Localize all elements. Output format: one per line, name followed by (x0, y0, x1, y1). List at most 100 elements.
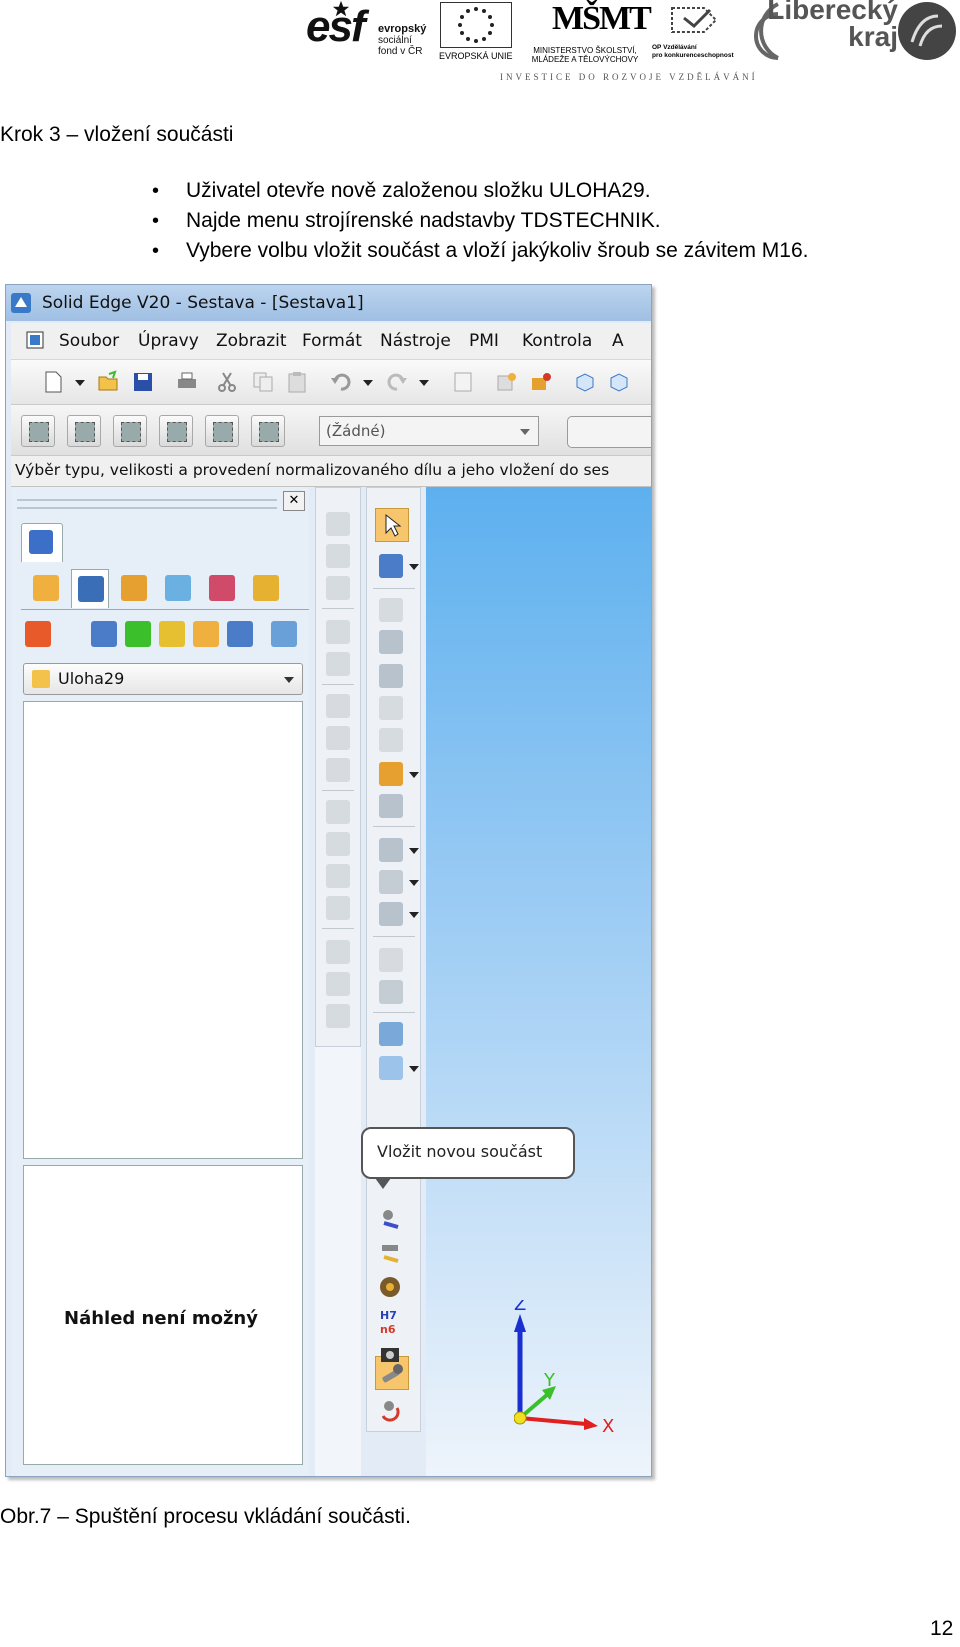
back-arrow-icon[interactable] (125, 621, 151, 647)
wire-icon[interactable] (379, 902, 403, 926)
chevron-down-icon[interactable] (409, 1066, 419, 1072)
flash-fit-icon[interactable] (379, 728, 403, 752)
tab-feature-tree[interactable] (27, 569, 63, 607)
chevron-down-icon[interactable] (409, 912, 419, 918)
draft-icon[interactable] (326, 896, 350, 920)
select-filter-button[interactable] (67, 415, 101, 447)
frame-icon[interactable] (379, 838, 403, 862)
tab-display[interactable] (203, 569, 239, 607)
undo-icon[interactable] (329, 370, 353, 394)
properties-icon[interactable] (451, 370, 475, 394)
chevron-down-icon[interactable] (363, 380, 373, 386)
create-part-icon[interactable] (379, 762, 403, 786)
pattern-part-icon[interactable] (379, 980, 403, 1004)
assemble-icon[interactable] (379, 598, 403, 622)
coordinate-system-icon[interactable] (379, 1022, 403, 1046)
up-folder-icon[interactable] (159, 621, 185, 647)
hole-icon[interactable] (326, 694, 350, 718)
copy-icon[interactable] (251, 370, 275, 394)
close-icon[interactable]: ✕ (283, 491, 305, 511)
chevron-down-icon[interactable] (409, 772, 419, 778)
revolved-cut-icon[interactable] (326, 652, 350, 676)
thread-icon[interactable] (326, 726, 350, 750)
replace-part-icon[interactable] (379, 1398, 403, 1422)
select-filter-button[interactable] (21, 415, 55, 447)
menu-soubor[interactable]: Soubor (59, 331, 119, 351)
sketch-icon[interactable] (379, 554, 403, 578)
pattern-icon[interactable] (326, 972, 350, 996)
shell-icon[interactable] (326, 832, 350, 856)
chevron-down-icon[interactable] (419, 380, 429, 386)
select-filter-button[interactable] (113, 415, 147, 447)
tdstechnik-insert-icon[interactable] (378, 1207, 402, 1231)
pane-grip[interactable] (17, 499, 277, 509)
cut-icon[interactable] (215, 370, 239, 394)
chevron-down-icon[interactable] (409, 564, 419, 570)
new-folder-icon[interactable] (193, 621, 219, 647)
select-filter-button[interactable] (205, 415, 239, 447)
tab-parts[interactable] (115, 569, 151, 607)
bearing-icon[interactable] (378, 1275, 402, 1299)
print-icon[interactable] (175, 370, 199, 394)
paste-icon[interactable] (285, 370, 309, 394)
star-icon (332, 0, 350, 17)
redo-icon[interactable] (385, 370, 409, 394)
view-list-icon[interactable] (227, 621, 253, 647)
chevron-down-icon[interactable] (409, 880, 419, 886)
tab-layers[interactable] (159, 569, 195, 607)
chevron-down-icon[interactable] (75, 380, 85, 386)
menu-zobrazit[interactable]: Zobrazit (216, 331, 287, 351)
move-part-icon[interactable] (379, 664, 403, 688)
tab-tdstechnik[interactable] (21, 523, 63, 562)
search-icon[interactable] (271, 621, 297, 647)
chamfer-icon[interactable] (326, 758, 350, 782)
diamond-icon[interactable] (379, 794, 403, 818)
sweep-icon[interactable] (326, 576, 350, 600)
menu-kontrola[interactable]: Kontrola (522, 331, 592, 351)
new-document-icon[interactable] (41, 370, 65, 394)
mirror-icon[interactable] (326, 940, 350, 964)
folder-select[interactable]: Uloha29 (23, 663, 303, 695)
open-folder-icon[interactable] (97, 370, 121, 394)
tab-library[interactable] (71, 569, 109, 608)
camera-icon[interactable] (378, 1341, 402, 1365)
home-icon[interactable] (25, 621, 51, 647)
document-menu-icon[interactable] (25, 330, 45, 350)
menu-pmi[interactable]: PMI (469, 331, 499, 351)
kraj-emblem-icon (898, 2, 956, 60)
menu-nastroje[interactable]: Nástroje (380, 331, 451, 351)
menu-format[interactable]: Formát (302, 331, 362, 351)
cube-view-icon[interactable] (573, 370, 597, 394)
mirror-part-icon[interactable] (379, 948, 403, 972)
tolerance-h7n6-icon[interactable]: H7 n6 (378, 1307, 402, 1337)
thin-wall-icon[interactable] (326, 800, 350, 824)
menu-upravy[interactable]: Úpravy (138, 331, 199, 351)
inspect-icon[interactable] (495, 370, 519, 394)
chevron-down-icon[interactable] (409, 848, 419, 854)
protrusion-icon[interactable] (326, 512, 350, 536)
rib-icon[interactable] (326, 864, 350, 888)
tab-help[interactable] (247, 569, 283, 607)
filter-icon[interactable] (91, 621, 117, 647)
explode-icon[interactable] (379, 696, 403, 720)
filter-combo[interactable]: (Žádné) (319, 416, 539, 446)
revolve-icon[interactable] (326, 544, 350, 568)
select-tool-button[interactable] (375, 508, 409, 542)
select-filter-button[interactable] (159, 415, 193, 447)
secondary-combo[interactable] (567, 416, 651, 448)
reference-plane-icon[interactable] (379, 1056, 403, 1080)
round-icon[interactable] (326, 1004, 350, 1028)
library-pane: ✕ Uloha29 Náhled není možný (11, 487, 309, 1476)
select-filter-button[interactable] (251, 415, 285, 447)
menu-more[interactable]: A (612, 331, 624, 351)
pipe-icon[interactable] (379, 870, 403, 894)
tools-icon[interactable] (529, 370, 553, 394)
tooltip: Vložit novou součást (361, 1127, 575, 1189)
capture-fit-icon[interactable] (379, 630, 403, 654)
cube-view-icon[interactable] (607, 370, 631, 394)
nut-bolt-icon[interactable] (378, 1241, 402, 1265)
folder-contents-list[interactable] (23, 701, 303, 1159)
save-icon[interactable] (131, 370, 155, 394)
cutout-icon[interactable] (326, 620, 350, 644)
folder-name: Uloha29 (58, 669, 125, 688)
